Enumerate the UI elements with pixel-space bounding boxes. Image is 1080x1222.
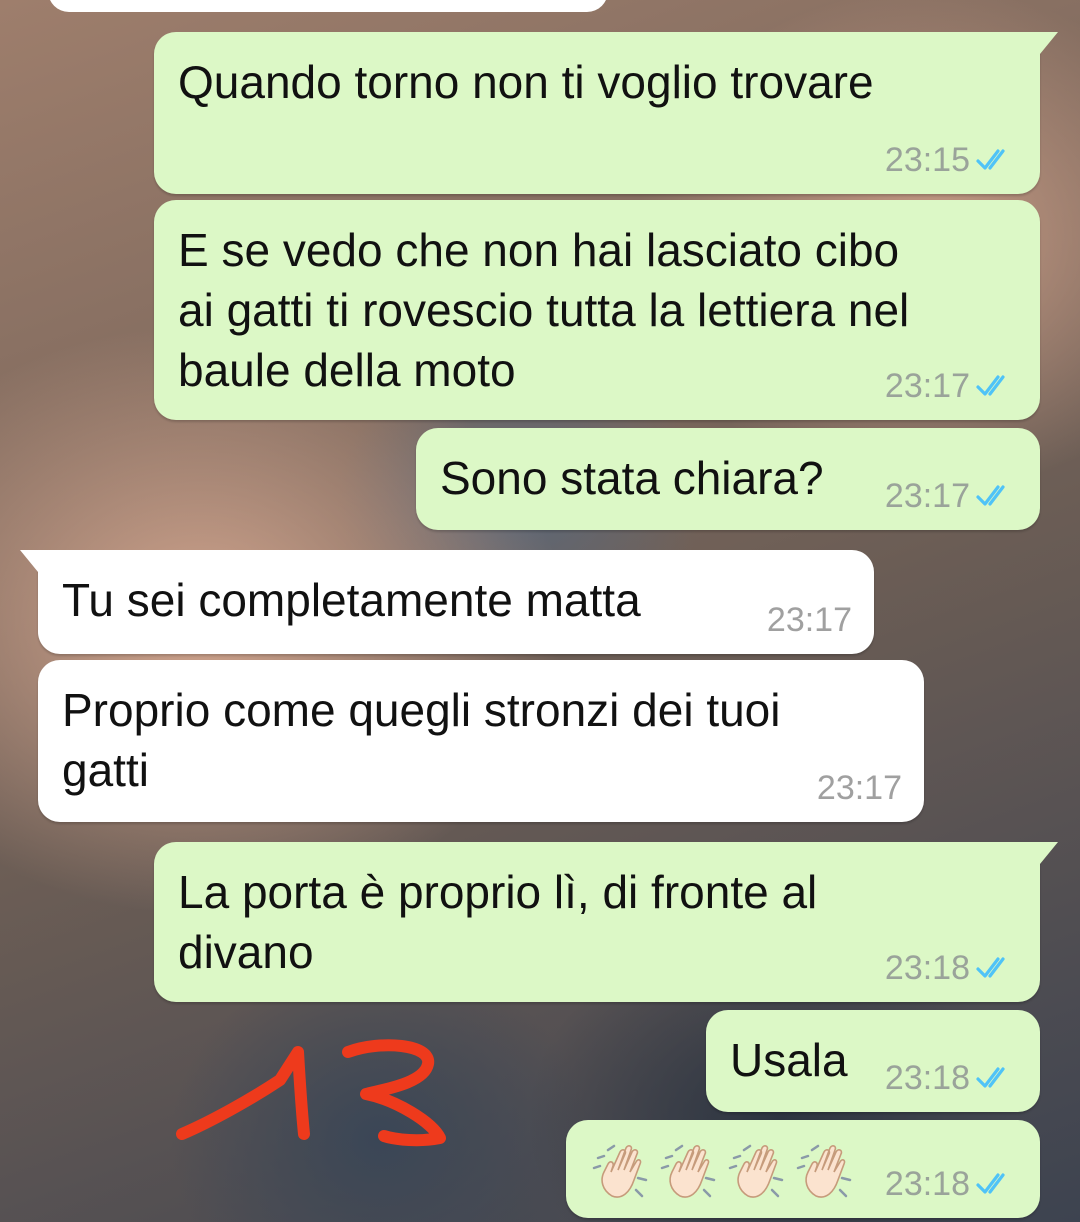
- message-text: Proprio come quegli stronzi dei tuoi gat…: [62, 684, 781, 796]
- message-time: 23:17: [884, 367, 970, 405]
- double-check-read-icon: [976, 1067, 1005, 1088]
- message-bubble-outgoing[interactable]: La porta è proprio lì, di fronte al diva…: [154, 842, 1058, 1002]
- waving-hand-icon: [660, 1144, 716, 1198]
- message-text: Sono stata chiara?: [440, 452, 824, 504]
- message-meta: 23:17: [767, 600, 852, 640]
- previous-message-bubble[interactable]: [48, 0, 608, 12]
- message-time: 23:17: [884, 477, 970, 515]
- message-meta: 23:18: [885, 948, 1018, 988]
- double-check-read-icon: [976, 375, 1005, 396]
- message-bubble-outgoing[interactable]: Quando torno non ti voglio trovare 23:15: [154, 32, 1058, 194]
- message-meta: 23:15: [885, 140, 1018, 180]
- waving-hand-icon: [796, 1144, 852, 1198]
- double-check-read-icon: [976, 485, 1005, 506]
- message-meta: 23:18: [885, 1164, 1018, 1204]
- message-time: 23:18: [884, 1165, 970, 1203]
- message-bubble-incoming[interactable]: Tu sei completamente matta 23:17: [20, 550, 874, 654]
- waving-hand-icon: [592, 1144, 648, 1198]
- message-text: Quando torno non ti voglio trovare: [178, 56, 874, 108]
- message-meta: 23:17: [817, 768, 902, 808]
- handwritten-annotation: [176, 1039, 446, 1147]
- message-text: Usala: [730, 1034, 848, 1086]
- double-check-read-icon: [976, 957, 1005, 978]
- message-time: 23:17: [766, 601, 852, 639]
- message-time: 23:18: [884, 949, 970, 987]
- double-check-read-icon: [976, 1173, 1005, 1194]
- message-meta: 23:17: [885, 476, 1018, 516]
- message-meta: 23:17: [885, 366, 1018, 406]
- message-bubble-outgoing[interactable]: 23:18: [566, 1120, 1040, 1218]
- double-check-read-icon: [976, 149, 1005, 170]
- message-time: 23:18: [884, 1059, 970, 1097]
- message-text: Tu sei completamente matta: [62, 574, 641, 626]
- message-text: La porta è proprio lì, di fronte al diva…: [178, 866, 818, 978]
- emoji-row: [592, 1138, 858, 1204]
- message-time: 23:17: [816, 769, 902, 807]
- message-bubble-outgoing[interactable]: Usala 23:18: [706, 1010, 1040, 1112]
- message-bubble-outgoing[interactable]: E se vedo che non hai lasciato cibo ai g…: [154, 200, 1040, 420]
- chat-message-list[interactable]: Quando torno non ti voglio trovare 23:15…: [0, 0, 1080, 1222]
- message-meta: 23:18: [885, 1058, 1018, 1098]
- waving-hand-icon: [728, 1144, 784, 1198]
- message-bubble-incoming[interactable]: Proprio come quegli stronzi dei tuoi gat…: [38, 660, 924, 822]
- message-bubble-outgoing[interactable]: Sono stata chiara? 23:17: [416, 428, 1040, 530]
- message-time: 23:15: [884, 141, 970, 179]
- message-text: E se vedo che non hai lasciato cibo ai g…: [178, 224, 910, 396]
